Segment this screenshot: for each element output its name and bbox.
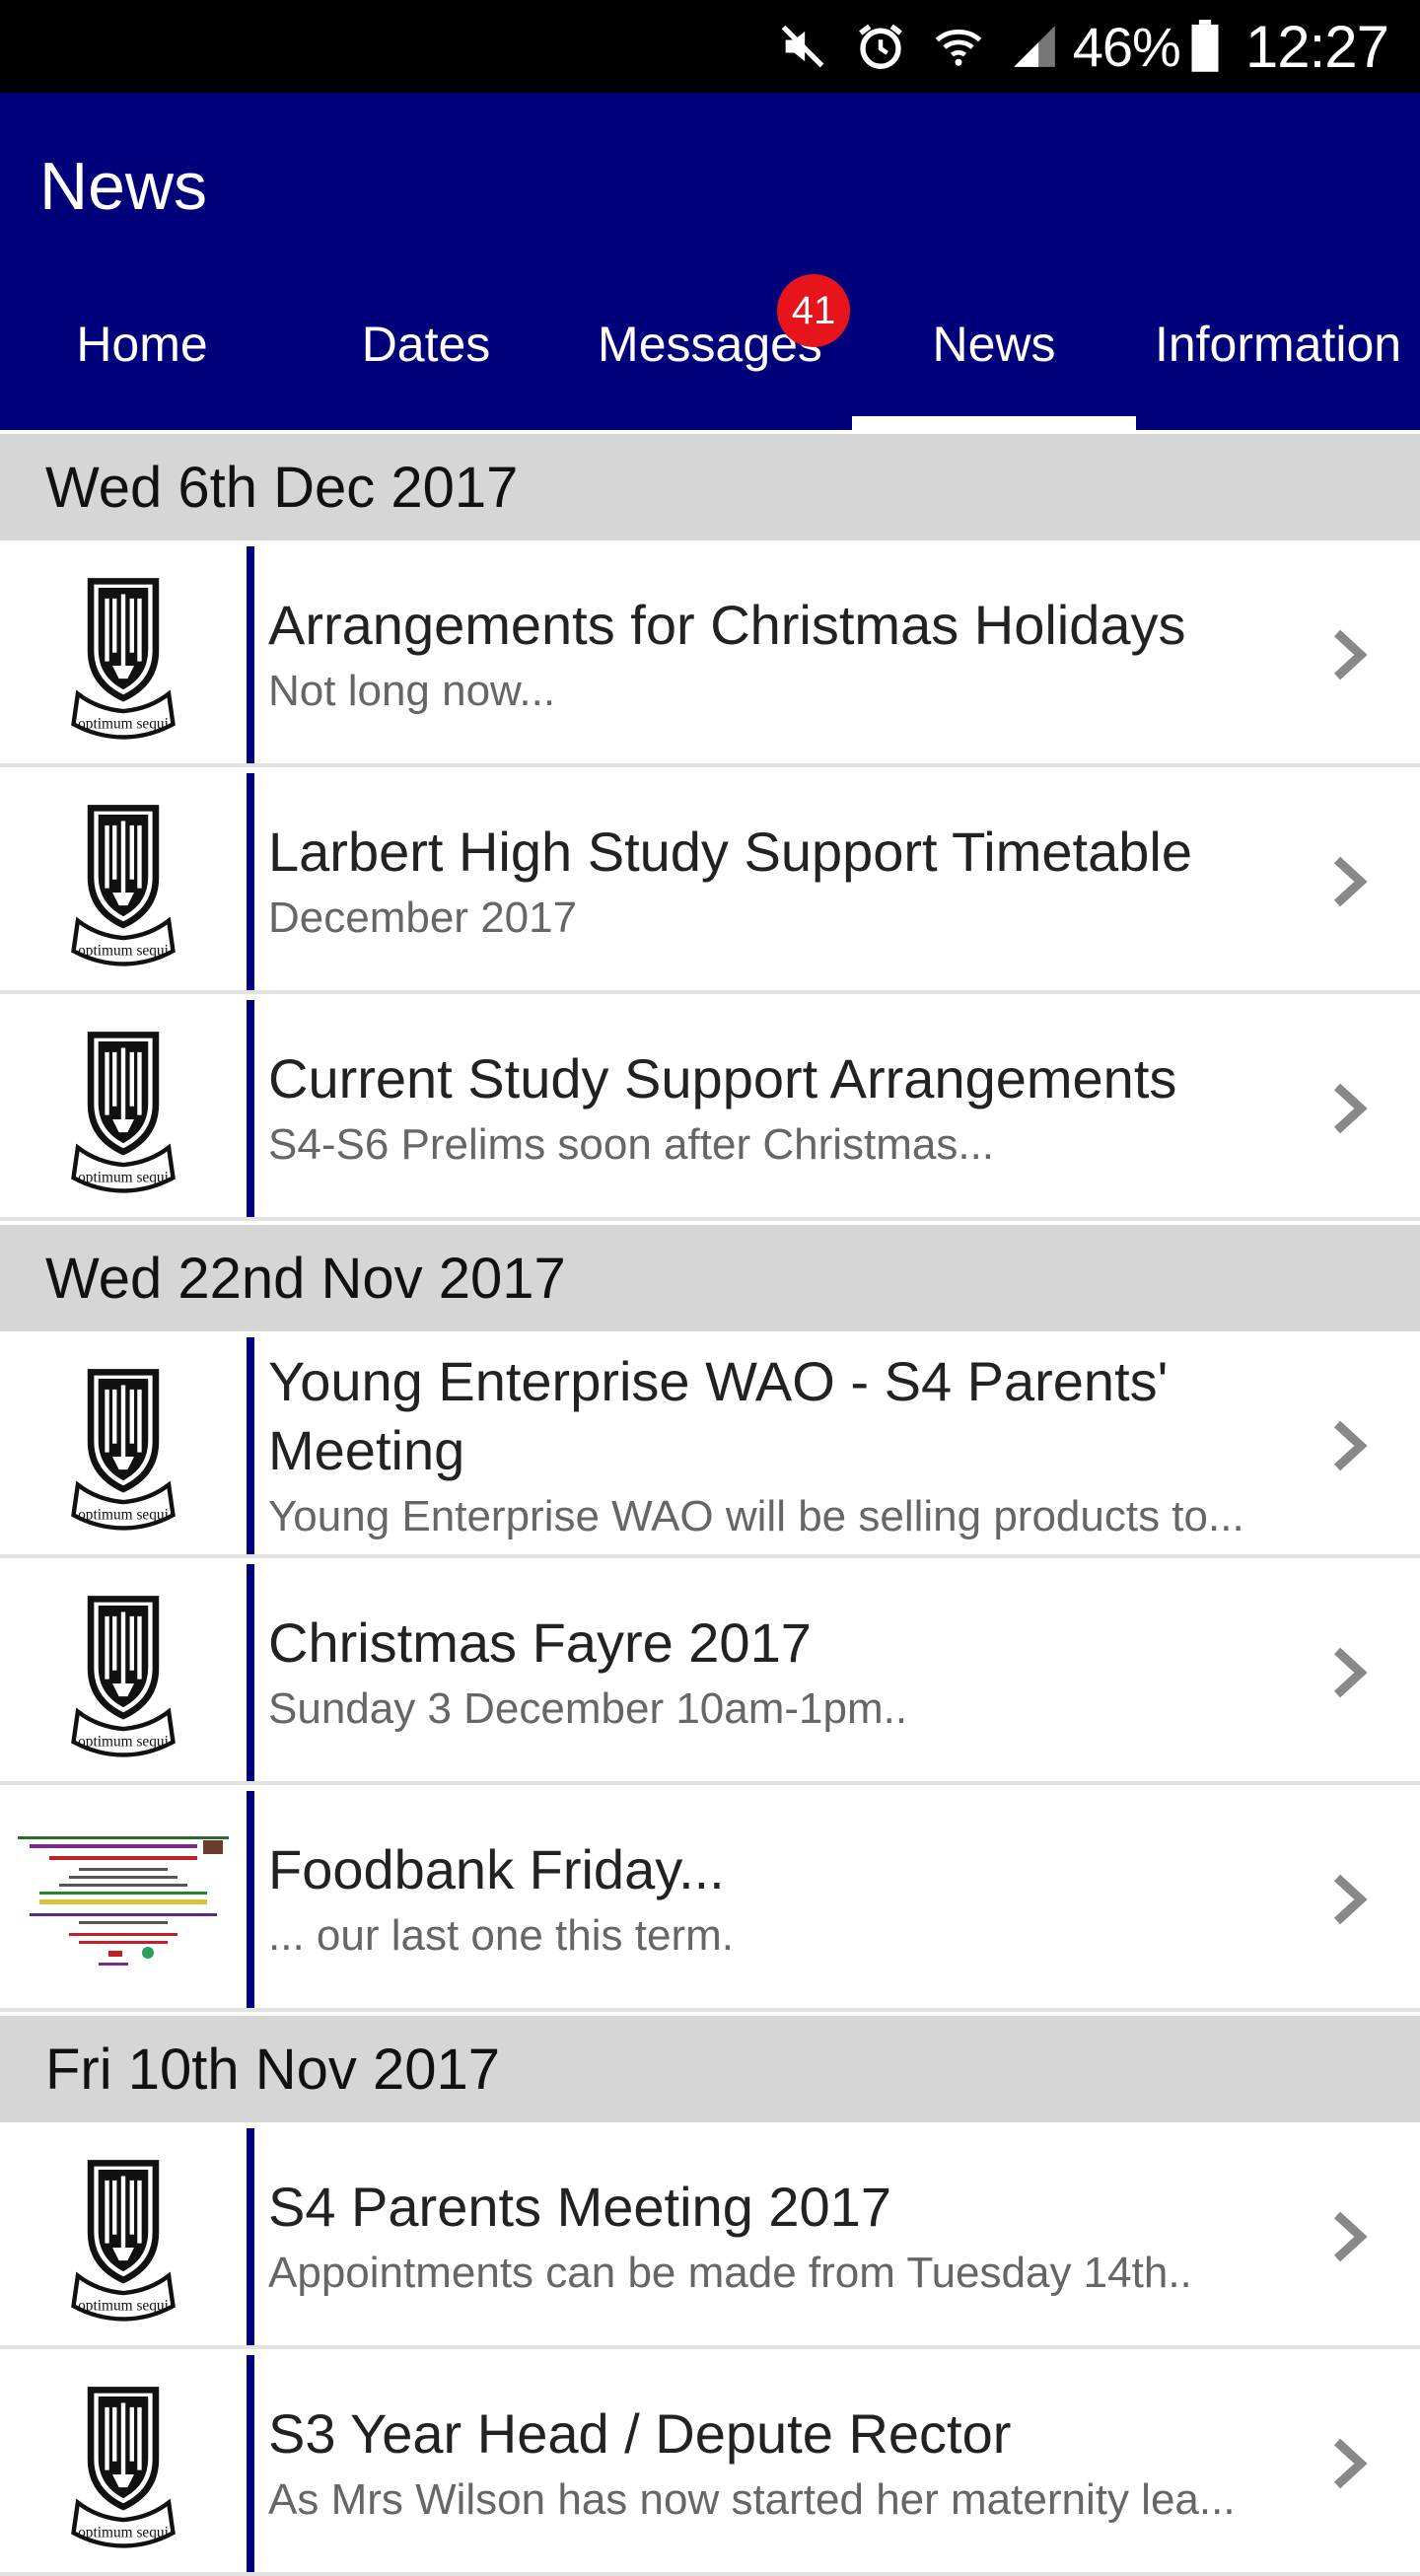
item-title: Arrangements for Christmas Holidays [268,594,1186,656]
item-title: Christmas Fayre 2017 [268,1611,812,1674]
list-item[interactable]: optimum sequi Arrangements for Christmas… [0,546,1420,767]
item-title: S4 Parents Meeting 2017 [268,2176,891,2238]
item-title: Foodbank Friday... [268,1838,725,1900]
messages-badge: 41 [777,274,850,347]
tab-label: Dates [361,317,491,372]
chevron-right-icon [1333,2438,1368,2489]
section-date-header: Wed 6th Dec 2017 [0,434,1420,540]
tab-news[interactable]: News [852,290,1136,430]
item-subtitle: As Mrs Wilson has now started her matern… [268,2475,1236,2524]
tab-bar: Home Dates Messages News Information [0,290,1420,430]
chevron-right-icon [1333,629,1368,680]
crest-motto: optimum sequi [78,943,169,960]
list-item[interactable]: optimum sequi Christmas Fayre 2017 Sunda… [0,1564,1420,1785]
school-crest-icon: optimum sequi [0,1337,247,1554]
chevron-right-icon [1333,1874,1368,1925]
row-accent-bar [247,2128,254,2345]
list-item[interactable]: optimum sequi S4 Parents Meeting 2017 Ap… [0,2128,1420,2349]
tab-dates[interactable]: Dates [284,290,568,430]
row-accent-bar [247,546,254,763]
crest-motto: optimum sequi [78,1170,169,1186]
tab-home[interactable]: Home [0,290,284,430]
crest-motto: optimum sequi [78,1507,169,1524]
school-crest-icon: optimum sequi [0,1000,247,1217]
school-crest-icon: optimum sequi [0,2355,247,2572]
item-title: Young Enterprise WAO - S4 Parents' Meeti… [268,1350,1169,1481]
signal-icon [1010,17,1059,76]
row-accent-bar [247,2355,254,2572]
battery-icon [1190,17,1220,76]
chevron-right-icon [1333,2211,1368,2262]
list-item[interactable]: Foodbank Friday... ... our last one this… [0,1791,1420,2012]
item-subtitle: S4-S6 Prelims soon after Christmas... [268,1120,995,1169]
school-crest-icon: optimum sequi [0,546,247,763]
school-crest-icon: optimum sequi [0,773,247,990]
item-subtitle: Young Enterprise WAO will be selling pro… [268,1492,1244,1540]
section-date-header: Wed 22nd Nov 2017 [0,1225,1420,1331]
list-item[interactable]: optimum sequi Current Study Support Arra… [0,1000,1420,1221]
tab-label: Home [76,317,208,372]
item-subtitle: Not long now... [268,667,556,715]
wifi-icon [933,17,984,76]
alarm-icon [854,17,907,76]
list-item[interactable]: optimum sequi S3 Year Head / Depute Rect… [0,2355,1420,2576]
chevron-right-icon [1333,1083,1368,1134]
item-title: Larbert High Study Support Timetable [268,821,1192,883]
item-title: Current Study Support Arrangements [268,1047,1177,1109]
row-accent-bar [247,1337,254,1554]
crest-motto: optimum sequi [78,2298,169,2315]
item-subtitle: Sunday 3 December 10am-1pm.. [268,1684,908,1733]
section-date-header: Fri 10th Nov 2017 [0,2016,1420,2122]
tab-label: Information [1154,317,1402,372]
chevron-right-icon [1333,1420,1368,1471]
foodbank-poster-thumbnail [0,1791,247,2008]
chevron-right-icon [1333,856,1368,907]
row-accent-bar [247,1791,254,2008]
item-subtitle: ... our last one this term. [268,1911,734,1960]
news-list: Wed 6th Dec 2017 optimum sequi Arrangeme… [0,430,1420,2576]
item-title: S3 Year Head / Depute Rector [268,2402,1012,2465]
crest-motto: optimum sequi [78,1734,169,1751]
list-item[interactable]: optimum sequi Young Enterprise WAO - S4 … [0,1337,1420,1558]
crest-motto: optimum sequi [78,716,169,733]
mute-icon [777,17,828,76]
item-subtitle: Appointments can be made from Tuesday 14… [268,2249,1192,2297]
page-title: News [39,149,208,224]
row-accent-bar [247,773,254,990]
row-accent-bar [247,1000,254,1217]
school-crest-icon: optimum sequi [0,2128,247,2345]
battery-percent: 46% [1072,15,1181,78]
row-accent-bar [247,1564,254,1781]
tab-label: News [932,317,1056,372]
tab-information[interactable]: Information [1136,290,1420,430]
crest-motto: optimum sequi [78,2525,169,2541]
app-bar: News Home Dates Messages News Informatio… [0,93,1420,430]
chevron-right-icon [1333,1647,1368,1698]
list-item[interactable]: optimum sequi Larbert High Study Support… [0,773,1420,994]
clock: 12:27 [1244,13,1389,80]
status-bar: 46% 12:27 [0,0,1420,93]
item-subtitle: December 2017 [268,894,578,942]
school-crest-icon: optimum sequi [0,1564,247,1781]
